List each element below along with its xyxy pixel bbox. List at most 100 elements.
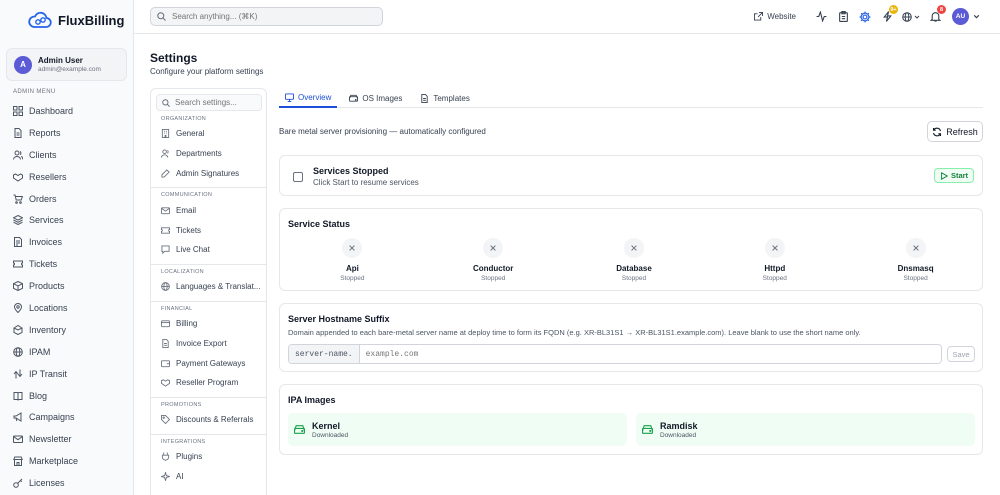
chevron-down-icon[interactable]: [973, 13, 980, 20]
group-title-communication: COMMUNICATION: [161, 192, 213, 199]
divider: [151, 187, 266, 189]
sidebar-item-locations[interactable]: Locations: [0, 297, 134, 319]
tab-os-images[interactable]: OS Images: [343, 88, 408, 108]
close-icon: [623, 238, 644, 258]
settings-item-admin-signatures[interactable]: Admin Signatures: [151, 164, 266, 184]
settings-item-label: AI: [176, 471, 184, 481]
group-title-localization: LOCALIZATION: [161, 268, 204, 275]
settings-item-reseller-program[interactable]: Reseller Program: [151, 373, 266, 393]
sidebar-item-campaigns[interactable]: Campaigns: [0, 406, 134, 428]
sidebar-item-blog[interactable]: Blog: [0, 385, 134, 407]
sidebar-item-ip-transit[interactable]: IP Transit: [0, 363, 134, 385]
sidebar-item-newsletter[interactable]: Newsletter: [0, 428, 134, 450]
pin-icon: [13, 302, 23, 313]
sidebar-item-services[interactable]: Services: [0, 209, 134, 231]
website-link[interactable]: Website: [754, 12, 796, 21]
settings-item-label: Admin Signatures: [176, 168, 240, 178]
save-button[interactable]: Save: [947, 346, 975, 362]
sidebar-item-orders[interactable]: Orders: [0, 188, 134, 210]
settings-item-departments[interactable]: Departments: [151, 144, 266, 164]
ipa-image-name: Kernel: [312, 420, 341, 431]
sidebar-item-resellers[interactable]: Resellers: [0, 166, 134, 188]
users-icon: [161, 149, 170, 158]
brand-name: FluxBilling: [58, 12, 125, 28]
sidebar-item-label: Campaigns: [29, 412, 75, 423]
hostname-suffix-input[interactable]: [359, 345, 941, 363]
alerts-button[interactable]: 8: [924, 5, 946, 25]
sidebar-item-label: Blog: [29, 390, 48, 401]
credit-card-icon: [161, 319, 170, 328]
settings-item-ai[interactable]: AI: [151, 466, 266, 486]
top-bar: Website 9+ 8 AU: [134, 0, 1000, 34]
sidebar-item-inventory[interactable]: Inventory: [0, 319, 134, 341]
refresh-button[interactable]: Refresh: [927, 121, 983, 142]
ipa-image-item: Ramdisk Downloaded: [636, 413, 975, 446]
admin-menu-heading: ADMIN MENU: [13, 89, 56, 95]
settings-item-invoice-export[interactable]: Invoice Export: [151, 333, 266, 353]
ticket-icon: [13, 259, 23, 269]
settings-search-input[interactable]: [175, 98, 260, 107]
settings-item-languages[interactable]: Languages & Translat...: [151, 277, 266, 297]
key-icon: [13, 478, 23, 488]
settings-item-general[interactable]: General: [151, 124, 266, 144]
sidebar-item-label: Orders: [29, 193, 57, 204]
search-icon: [157, 12, 166, 21]
close-icon: [905, 238, 926, 258]
globe-icon: [902, 11, 912, 22]
clipboard-button[interactable]: [832, 8, 854, 25]
monitor-icon: [285, 92, 294, 102]
divider: [151, 263, 266, 265]
sidebar-item-dashboard[interactable]: Dashboard: [0, 100, 134, 122]
sidebar-item-products[interactable]: Products: [0, 275, 134, 297]
service-name: Httpd: [764, 264, 786, 273]
settings-item-billing[interactable]: Billing: [151, 314, 266, 334]
user-avatar[interactable]: AU: [952, 8, 969, 25]
settings-search[interactable]: [156, 94, 262, 111]
sidebar-item-tickets[interactable]: Tickets: [0, 253, 134, 275]
tab-templates[interactable]: Templates: [414, 88, 475, 108]
settings-item-live-chat[interactable]: Live Chat: [151, 240, 266, 260]
gear-icon: [859, 11, 871, 23]
start-button[interactable]: Start: [934, 168, 974, 183]
settings-item-email[interactable]: Email: [151, 200, 266, 220]
settings-item-discounts[interactable]: Discounts & Referrals: [151, 410, 266, 430]
settings-item-tickets[interactable]: Tickets: [151, 220, 266, 240]
settings-item-label: Discounts & Referrals: [176, 415, 254, 425]
language-button[interactable]: [898, 8, 924, 25]
settings-item-plugins[interactable]: Plugins: [151, 447, 266, 467]
settings-item-payment-gateways[interactable]: Payment Gateways: [151, 353, 266, 373]
sidebar-item-licenses[interactable]: Licenses: [0, 472, 134, 494]
hard-drive-icon: [349, 94, 359, 103]
group-title-organization: ORGANIZATION: [161, 116, 207, 122]
sidebar-item-reports[interactable]: Reports: [0, 122, 134, 144]
tab-label: Overview: [298, 92, 332, 102]
settings-button[interactable]: [854, 8, 876, 25]
sidebar-item-ipam[interactable]: IPAM: [0, 341, 134, 363]
brand-logo[interactable]: FluxBilling: [28, 10, 124, 30]
package-icon: [13, 324, 23, 335]
settings-item-label: Email: [176, 205, 197, 215]
activity-button[interactable]: [810, 8, 832, 25]
tab-overview[interactable]: Overview: [279, 88, 338, 108]
notifications-button[interactable]: 9+: [876, 5, 898, 25]
sidebar: FluxBilling A Admin User admin@example.c…: [0, 0, 134, 495]
hard-drive-icon: [642, 424, 653, 435]
sparkle-icon: [161, 471, 170, 481]
building-icon: [161, 129, 170, 139]
refresh-label: Refresh: [946, 126, 978, 137]
sidebar-item-invoices[interactable]: Invoices: [0, 231, 134, 253]
sidebar-item-clients[interactable]: Clients: [0, 144, 134, 166]
services-subtitle: Click Start to resume services: [313, 178, 419, 187]
global-search[interactable]: [150, 7, 383, 26]
settings-tabs: Overview OS Images Templates: [279, 88, 983, 108]
settings-item-label: Departments: [176, 149, 222, 159]
divider: [151, 433, 266, 435]
sidebar-item-marketplace[interactable]: Marketplace: [0, 450, 134, 472]
provisioning-description: Bare metal server provisioning — automat…: [279, 127, 486, 136]
invoice-icon: [13, 237, 23, 248]
user-card[interactable]: A Admin User admin@example.com: [6, 48, 127, 81]
search-input[interactable]: [172, 12, 372, 21]
service-name: Dnsmasq: [897, 264, 934, 273]
mail-icon: [13, 434, 23, 444]
service-state: Stopped: [340, 275, 365, 282]
